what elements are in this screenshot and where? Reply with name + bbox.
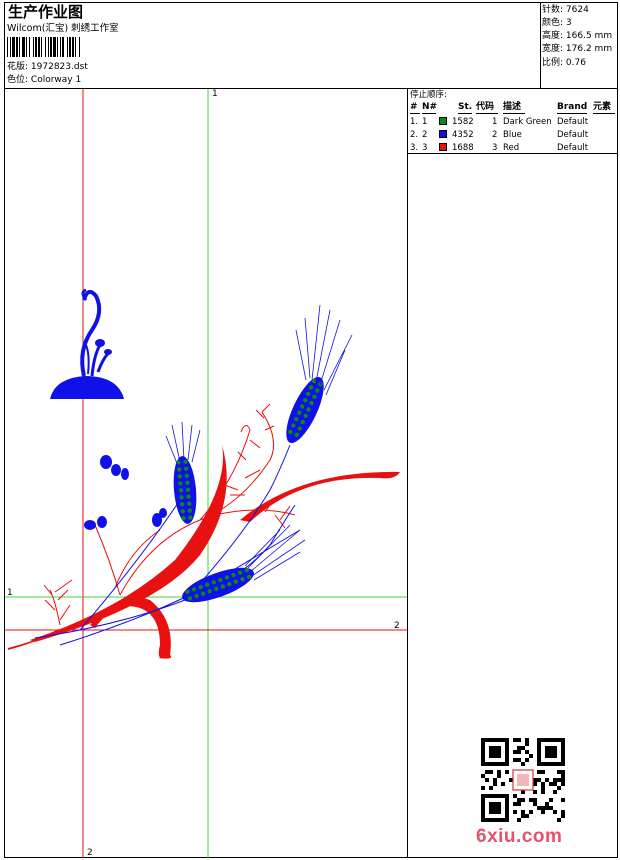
embroidery-canvas: 1 1 2 2 — [5, 89, 407, 858]
qr-code — [481, 738, 565, 822]
fountain-motif — [50, 288, 124, 399]
wheat-ear-middle — [173, 456, 197, 524]
wheat-ear-lower — [182, 567, 254, 603]
watermark-logo: 6xiu.com — [476, 826, 563, 847]
axis-label-red-h: 2 — [394, 621, 400, 631]
axis-label-green-v: 1 — [212, 89, 218, 99]
wheat-ear-upper — [286, 376, 324, 444]
blue-buds — [84, 455, 167, 530]
axis-label-green-h: 1 — [7, 588, 13, 598]
axis-label-red-v: 2 — [87, 848, 93, 858]
blue-stems — [34, 444, 301, 646]
red-leaves — [8, 445, 400, 659]
